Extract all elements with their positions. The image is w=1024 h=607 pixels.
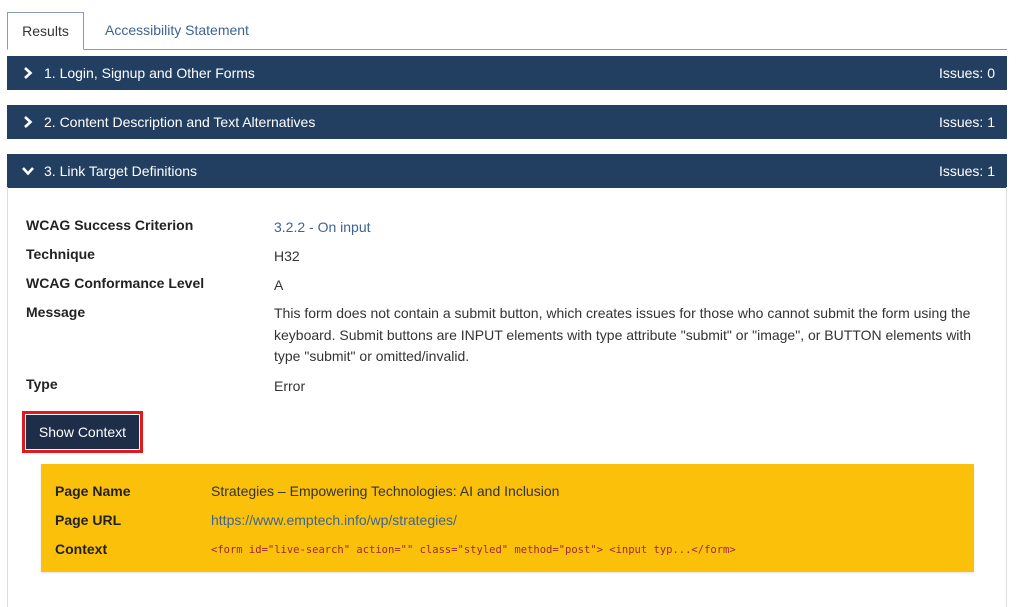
chevron-down-icon [21, 154, 35, 188]
detail-value: A [274, 277, 284, 293]
issues-count: Issues: 1 [938, 114, 995, 130]
detail-label: WCAG Conformance Level [26, 275, 205, 291]
detail-label: Type [26, 376, 58, 392]
issues-count: Issues: 1 [938, 163, 995, 179]
chevron-right-icon [21, 56, 35, 90]
section-title: 3. Link Target Definitions [44, 163, 198, 179]
context-label: Page Name [55, 483, 131, 499]
context-label: Page URL [55, 512, 122, 528]
section-header-content-description[interactable]: 2. Content Description and Text Alternat… [7, 105, 1007, 139]
message-text: This form does not contain a submit butt… [274, 305, 972, 364]
tab-bar: Results Accessibility Statement [7, 12, 1007, 50]
criterion-link[interactable]: 3.2.2 - On input [274, 217, 989, 239]
detail-label: Message [26, 304, 86, 320]
show-context-button[interactable]: Show Context [22, 411, 143, 453]
context-label: Context [55, 541, 108, 557]
detail-value: H32 [274, 248, 300, 264]
chevron-right-icon [21, 105, 35, 139]
detail-label: WCAG Success Criterion [26, 217, 194, 233]
tab-accessibility-statement[interactable]: Accessibility Statement [91, 12, 263, 48]
page-name-value: Strategies – Empowering Technologies: AI… [211, 483, 560, 499]
section-title: 2. Content Description and Text Alternat… [44, 114, 316, 130]
section-header-link-target[interactable]: 3. Link Target Definitions Issues: 1 [7, 154, 1007, 188]
section-header-login-forms[interactable]: 1. Login, Signup and Other Forms Issues:… [7, 56, 1007, 90]
detail-label: Technique [26, 246, 95, 262]
issues-count: Issues: 0 [938, 65, 995, 81]
page-url-link[interactable]: https://www.emptech.info/wp/strategies/ [211, 512, 457, 528]
section-body-link-target: WCAG Success Criterion 3.2.2 - On input … [7, 187, 1007, 607]
section-title: 1. Login, Signup and Other Forms [44, 65, 255, 81]
context-code: <form id="live-search" action="" class="… [211, 544, 736, 556]
context-panel: Page Name Strategies – Empowering Techno… [41, 464, 974, 572]
detail-value: Error [274, 378, 306, 394]
tab-results[interactable]: Results [7, 12, 84, 50]
